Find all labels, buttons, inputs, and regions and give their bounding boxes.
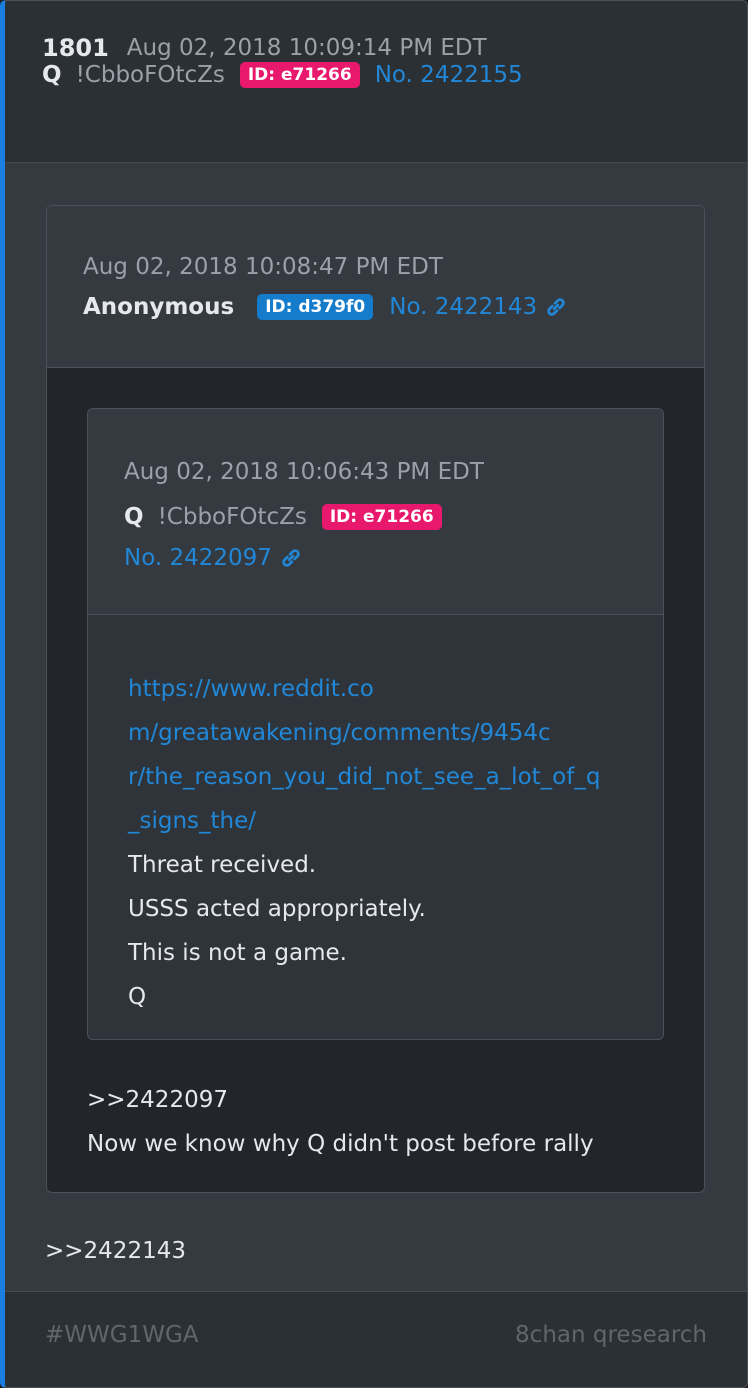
hashtag: #WWG1WGA — [45, 1322, 199, 1348]
reply-reference[interactable]: >>2422097 — [87, 1078, 594, 1122]
reply-reference[interactable]: >>2422143 — [45, 1229, 186, 1273]
body-line: Q — [128, 984, 147, 1010]
quoted-post: Aug 02, 2018 10:08:47 PM EDT Anonymous I… — [46, 205, 705, 1193]
nested-id-badge: ID: e71266 — [321, 504, 442, 530]
post-number-link[interactable]: No. 2422155 — [375, 62, 523, 88]
quoted-author-name: Anonymous — [83, 294, 235, 320]
nested-post-body: https://www.reddit.co m/greatawakening/c… — [88, 615, 663, 1019]
quoted-post-date: Aug 02, 2018 10:08:47 PM EDT — [83, 254, 443, 280]
author-name: Q — [42, 62, 62, 88]
post-footer: #WWG1WGA 8chan qresearch — [5, 1291, 747, 1387]
quoted-post-number-link[interactable]: No. 2422143 — [389, 294, 537, 320]
reddit-link-line[interactable]: r/the_reason_you_did_not_see_a_lot_of_q — [128, 755, 628, 799]
reddit-link-line[interactable]: m/greatawakening/comments/9454c — [128, 711, 628, 755]
nested-post-date: Aug 02, 2018 10:06:43 PM EDT — [124, 459, 484, 485]
link-icon[interactable] — [545, 296, 567, 318]
post-date: Aug 02, 2018 10:09:14 PM EDT — [126, 35, 487, 61]
body-line: USSS acted appropriately. — [128, 896, 426, 922]
post-number: 1801 — [42, 34, 109, 62]
nested-quoted-post: Aug 02, 2018 10:06:43 PM EDT Q !CbboFOtc… — [87, 408, 664, 1040]
quoted-id-badge: ID: d379f0 — [257, 294, 374, 320]
post-header: 1801 Aug 02, 2018 10:09:14 PM EDT Q !Cbb… — [5, 1, 747, 163]
reddit-link-line[interactable]: _signs_the/ — [128, 799, 628, 843]
source-label: 8chan qresearch — [515, 1322, 707, 1348]
nested-post-header: Aug 02, 2018 10:06:43 PM EDT Q !CbboFOtc… — [88, 409, 663, 615]
post-card: 1801 Aug 02, 2018 10:09:14 PM EDT Q !Cbb… — [0, 0, 748, 1388]
reddit-link[interactable]: https://www.reddit.co m/greatawakening/c… — [128, 667, 628, 843]
quoted-post-header: Aug 02, 2018 10:08:47 PM EDT Anonymous I… — [47, 206, 704, 368]
body-line: Now we know why Q didn't post before ral… — [87, 1131, 594, 1157]
link-icon[interactable] — [280, 547, 302, 569]
tripcode: !CbboFOtcZs — [75, 62, 225, 88]
nested-post-number-link[interactable]: No. 2422097 — [124, 545, 272, 571]
nested-tripcode: !CbboFOtcZs — [157, 504, 307, 530]
body-line: Threat received. — [128, 852, 317, 878]
reddit-link-line[interactable]: https://www.reddit.co — [128, 667, 628, 711]
body-line: This is not a game. — [128, 940, 347, 966]
id-badge: ID: e71266 — [239, 62, 360, 88]
nested-author-name: Q — [124, 504, 144, 530]
quoted-post-body: >>2422097 Now we know why Q didn't post … — [87, 1078, 594, 1166]
